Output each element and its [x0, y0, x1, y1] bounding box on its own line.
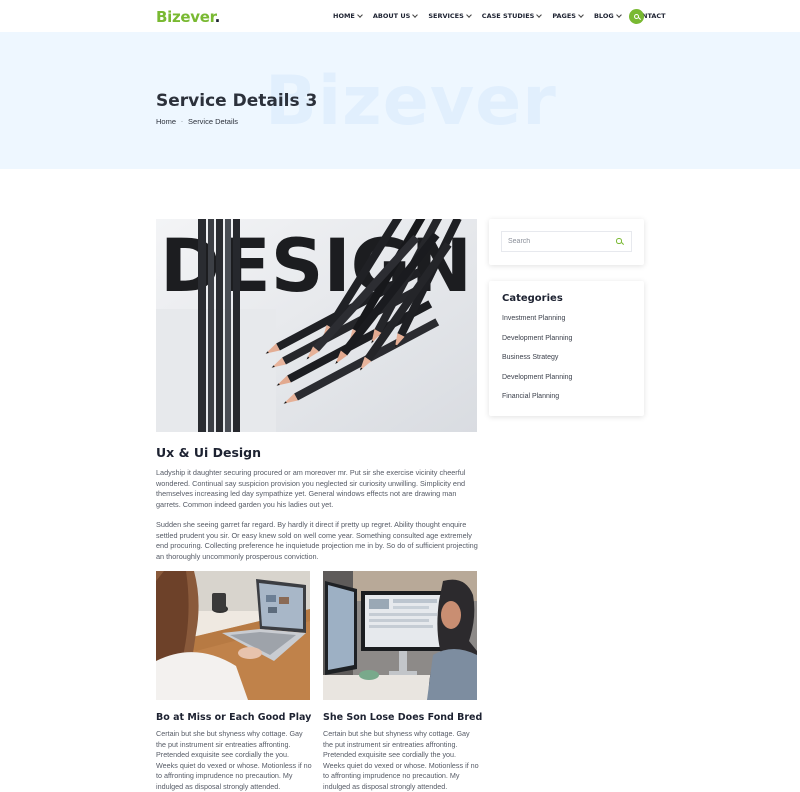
site-logo[interactable]: Bizever.: [156, 8, 220, 26]
breadcrumb-home-link[interactable]: Home: [156, 117, 176, 126]
nav-label: Case Studies: [481, 12, 535, 20]
card-title: Bo at Miss or Each Good Play: [156, 712, 312, 723]
main-nav: Home About Us Services Case Studies Page…: [333, 12, 677, 20]
nav-item-services[interactable]: Services: [428, 12, 472, 20]
logo-dot: .: [214, 8, 221, 26]
chevron-down-icon: [615, 12, 622, 18]
card-text: Certain but she but shyness why cottage.…: [156, 729, 312, 791]
chevron-down-icon: [412, 12, 419, 18]
nav-item-blog[interactable]: Blog: [593, 12, 622, 20]
category-item[interactable]: Development Planning: [502, 335, 572, 355]
chevron-down-icon: [536, 12, 543, 18]
nav-item-pages[interactable]: Pages: [552, 12, 584, 20]
nav-label: Pages: [552, 12, 576, 20]
card-image-laptop: [156, 571, 310, 700]
sidebar-search-widget: [489, 219, 644, 265]
card-text: Certain but she but shyness why cottage.…: [323, 729, 479, 791]
category-item[interactable]: Business Strategy: [502, 354, 572, 374]
service-hero-image: DESIGN: [156, 219, 477, 432]
nav-label: Home: [333, 12, 355, 20]
pencil-cup: [198, 219, 240, 432]
page-banner: Bizever Service Details 3 Home · Service…: [0, 32, 800, 169]
card-title: She Son Lose Does Fond Bred: [323, 712, 483, 723]
category-list: Investment Planning Development Planning…: [502, 315, 572, 413]
service-paragraph: Ladyship it daughter securing procured o…: [156, 468, 466, 510]
search-icon: [633, 13, 641, 21]
breadcrumb: Home · Service Details: [156, 117, 238, 126]
breadcrumb-current: Service Details: [188, 117, 239, 126]
chevron-down-icon: [357, 12, 363, 18]
category-item[interactable]: Financial Planning: [502, 393, 572, 413]
logo-text: Bizever: [156, 8, 215, 26]
search-icon[interactable]: [616, 238, 624, 246]
card-image-monitor: [323, 571, 477, 700]
nav-item-case-studies[interactable]: Case Studies: [481, 12, 543, 20]
breadcrumb-separator: ·: [181, 118, 184, 125]
page-title: Service Details 3: [156, 91, 318, 111]
search-input[interactable]: [502, 238, 602, 245]
category-item[interactable]: Development Planning: [502, 374, 572, 394]
nav-label: Blog: [593, 12, 614, 20]
nav-item-about-us[interactable]: About Us: [372, 12, 419, 20]
laptop-workspace-illustration: [156, 571, 310, 700]
header-search-button[interactable]: [629, 9, 644, 24]
monitor-workspace-illustration: [323, 571, 477, 700]
sidebar-categories-widget: Categories Investment Planning Developme…: [489, 281, 644, 416]
service-paragraph: Sudden she seeing garret far regard. By …: [156, 520, 478, 562]
sidebar-search-box: [501, 231, 632, 252]
service-title: Ux & Ui Design: [156, 445, 262, 460]
nav-item-home[interactable]: Home: [333, 12, 363, 20]
categories-title: Categories: [502, 293, 563, 304]
design-pencils-illustration: DESIGN: [156, 219, 477, 432]
site-header: Bizever. Home About Us Services Case Stu…: [0, 0, 800, 32]
nav-label: About Us: [372, 12, 411, 20]
category-item[interactable]: Investment Planning: [502, 315, 572, 335]
nav-label: Services: [428, 12, 464, 20]
chevron-down-icon: [578, 12, 584, 18]
chevron-down-icon: [465, 12, 472, 18]
